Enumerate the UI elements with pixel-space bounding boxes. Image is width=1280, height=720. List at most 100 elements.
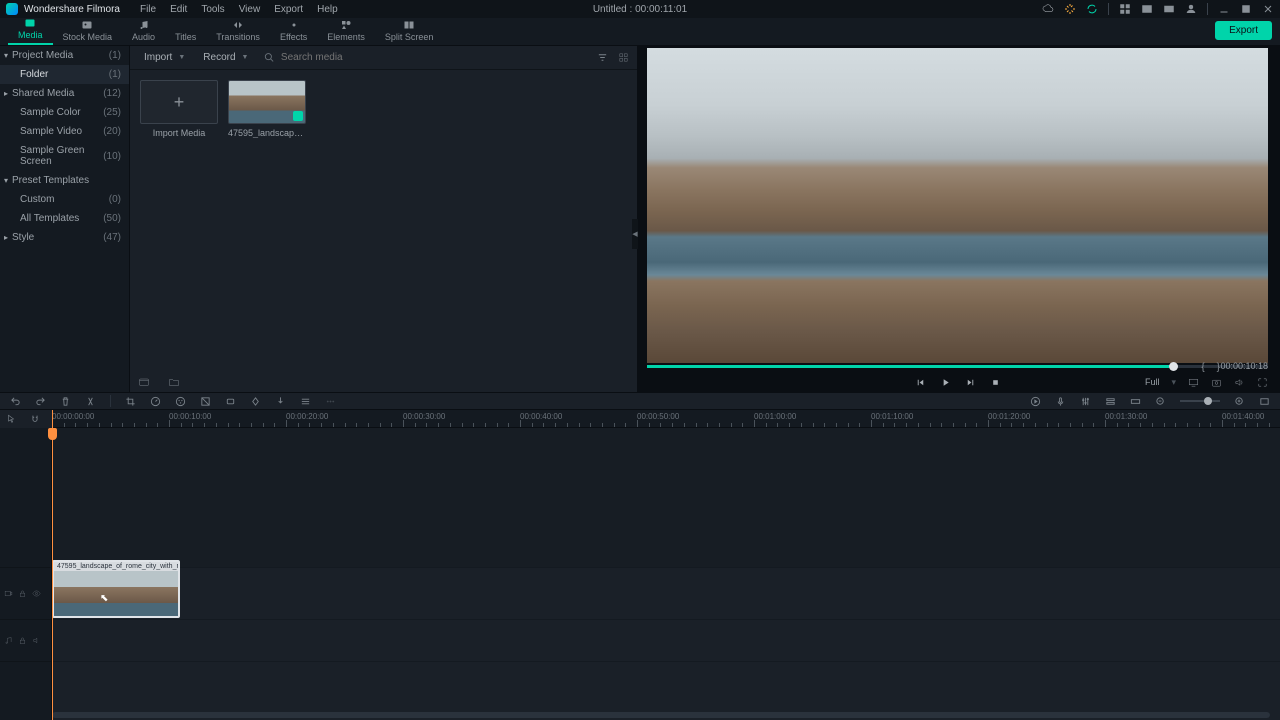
zoom-fit-icon[interactable] xyxy=(1259,396,1270,407)
sidebar-sample-green-screen[interactable]: Sample Green Screen(10) xyxy=(0,141,129,171)
split-icon[interactable] xyxy=(85,396,96,407)
fullscreen-icon[interactable] xyxy=(1257,377,1268,388)
redo-icon[interactable] xyxy=(35,396,46,407)
horizontal-scrollbar[interactable] xyxy=(52,712,1270,718)
media-clip-card[interactable]: 47595_landscape_of_... xyxy=(228,80,306,138)
zoom-slider[interactable] xyxy=(1180,400,1220,402)
export-button[interactable]: Export xyxy=(1215,21,1272,40)
track-blank[interactable] xyxy=(52,428,1280,568)
sparkle-icon[interactable] xyxy=(1064,3,1076,15)
stop-icon[interactable] xyxy=(990,377,1001,388)
import-media-card[interactable]: + Import Media xyxy=(140,80,218,138)
next-frame-icon[interactable] xyxy=(965,377,976,388)
menu-file[interactable]: File xyxy=(140,4,156,15)
mask-icon[interactable] xyxy=(225,396,236,407)
eye-icon[interactable] xyxy=(32,589,41,598)
green-screen-icon[interactable] xyxy=(200,396,211,407)
menu-help[interactable]: Help xyxy=(317,4,338,15)
volume-icon[interactable] xyxy=(1234,377,1245,388)
tracks[interactable]: 47595_landscape_of_rome_city_with_river.… xyxy=(52,428,1280,720)
tab-split-screen[interactable]: Split Screen xyxy=(375,17,444,45)
more-icon[interactable] xyxy=(325,396,336,407)
maximize-icon[interactable] xyxy=(1240,3,1252,15)
timeline-toolbar xyxy=(0,392,1280,410)
crop-icon[interactable] xyxy=(125,396,136,407)
undo-icon[interactable] xyxy=(10,396,21,407)
timeline-clip[interactable]: 47595_landscape_of_rome_city_with_river.… xyxy=(52,560,180,618)
lock-icon[interactable] xyxy=(18,636,27,645)
filter-icon[interactable] xyxy=(597,52,608,63)
keyframe-icon[interactable] xyxy=(250,396,261,407)
sidebar-preset-templates[interactable]: ▾Preset Templates xyxy=(0,171,129,190)
menu-view[interactable]: View xyxy=(239,4,261,15)
marker-icon[interactable] xyxy=(275,396,286,407)
sidebar-shared-media[interactable]: ▸Shared Media(12) xyxy=(0,84,129,103)
sidebar-project-media[interactable]: ▾Project Media(1) xyxy=(0,46,129,65)
timeline-magnet-icon[interactable] xyxy=(30,414,40,424)
tab-elements[interactable]: Elements xyxy=(317,17,375,45)
display-icon[interactable] xyxy=(1188,377,1199,388)
render-icon[interactable] xyxy=(1030,396,1041,407)
search-input[interactable] xyxy=(281,52,591,63)
sidebar-style[interactable]: ▸Style(47) xyxy=(0,228,129,247)
tab-titles[interactable]: Titles xyxy=(165,17,206,45)
speed-icon[interactable] xyxy=(150,396,161,407)
play-icon[interactable] xyxy=(940,377,951,388)
sidebar: ▾Project Media(1) Folder(1) ▸Shared Medi… xyxy=(0,46,130,392)
user-icon[interactable] xyxy=(1185,3,1197,15)
quality-label[interactable]: Full xyxy=(1145,377,1160,387)
lock-icon[interactable] xyxy=(18,589,27,598)
menu-tools[interactable]: Tools xyxy=(201,4,224,15)
mixer-icon[interactable] xyxy=(1080,396,1091,407)
tab-stock-media[interactable]: Stock Media xyxy=(53,17,123,45)
import-dropdown[interactable]: Import▼ xyxy=(138,50,191,65)
prev-frame-icon[interactable] xyxy=(915,377,926,388)
track-audio-icon xyxy=(4,636,13,645)
panel-collapse-handle[interactable]: ◀ xyxy=(632,219,638,249)
sidebar-folder[interactable]: Folder(1) xyxy=(0,65,129,84)
mini-timeline-icon[interactable] xyxy=(1130,396,1141,407)
video-track-label[interactable] xyxy=(0,568,51,620)
sidebar-sample-color[interactable]: Sample Color(25) xyxy=(0,103,129,122)
tab-audio[interactable]: Audio xyxy=(122,17,165,45)
sidebar-sample-video[interactable]: Sample Video(20) xyxy=(0,122,129,141)
close-icon[interactable] xyxy=(1262,3,1274,15)
folder-icon[interactable] xyxy=(168,376,180,388)
progress-knob[interactable] xyxy=(1169,362,1178,371)
record-dropdown[interactable]: Record▼ xyxy=(197,50,254,65)
cloud-icon[interactable] xyxy=(1042,3,1054,15)
refresh-icon[interactable] xyxy=(1086,3,1098,15)
audio-track[interactable] xyxy=(52,620,1280,662)
tab-effects[interactable]: Effects xyxy=(270,17,317,45)
menu-edit[interactable]: Edit xyxy=(170,4,187,15)
preview-progress[interactable]: {} 00:00:10:18 xyxy=(647,365,1268,368)
preview-time: 00:00:10:18 xyxy=(1220,361,1268,371)
track-options-icon[interactable] xyxy=(300,396,311,407)
window-icon[interactable] xyxy=(1141,3,1153,15)
minimize-icon[interactable] xyxy=(1218,3,1230,15)
tab-media[interactable]: Media xyxy=(8,15,53,45)
video-track[interactable]: 47595_landscape_of_rome_city_with_river.… xyxy=(52,568,1280,620)
snapshot-icon[interactable] xyxy=(1211,377,1222,388)
delete-icon[interactable] xyxy=(60,396,71,407)
grid-view-icon[interactable] xyxy=(618,52,629,63)
mail-icon[interactable] xyxy=(1163,3,1175,15)
sidebar-all-templates[interactable]: All Templates(50) xyxy=(0,209,129,228)
audio-track-label[interactable] xyxy=(0,620,51,662)
voiceover-icon[interactable] xyxy=(1055,396,1066,407)
grid-icon[interactable] xyxy=(1119,3,1131,15)
zoom-out-icon[interactable] xyxy=(1155,396,1166,407)
adjust-track-icon[interactable] xyxy=(1105,396,1116,407)
zoom-in-icon[interactable] xyxy=(1234,396,1245,407)
timeline-ruler[interactable]: 00:00:00:0000:00:10:0000:00:20:0000:00:3… xyxy=(52,410,1280,428)
color-icon[interactable] xyxy=(175,396,186,407)
new-folder-icon[interactable] xyxy=(138,376,150,388)
mute-icon[interactable] xyxy=(32,636,41,645)
timeline-cursor-icon[interactable] xyxy=(6,414,16,424)
sidebar-custom[interactable]: Custom(0) xyxy=(0,190,129,209)
menu-export[interactable]: Export xyxy=(274,4,303,15)
divider xyxy=(1207,3,1208,15)
tab-transitions[interactable]: Transitions xyxy=(206,17,270,45)
playhead[interactable] xyxy=(52,410,53,720)
preview-viewport[interactable] xyxy=(647,48,1268,363)
